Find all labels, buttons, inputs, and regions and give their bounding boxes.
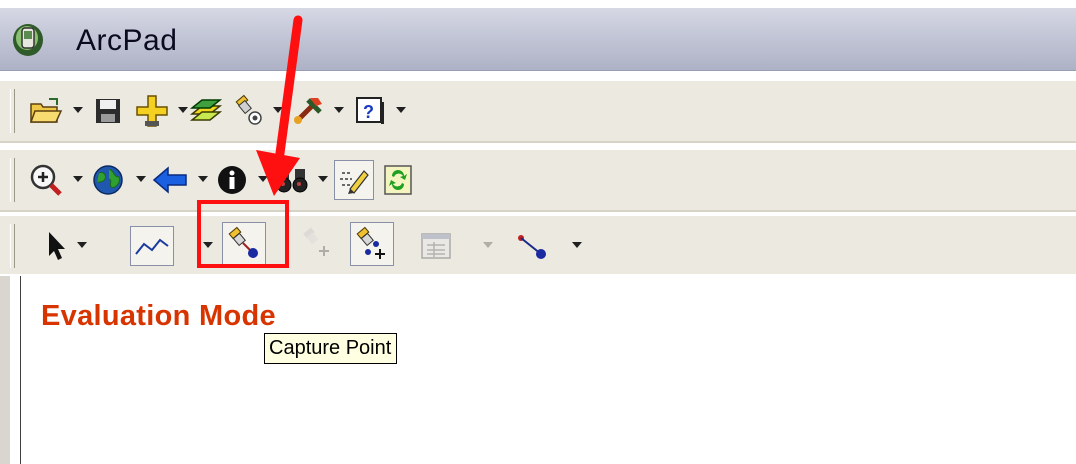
tools-icon[interactable] <box>288 91 328 131</box>
evaluation-mode-label: Evaluation Mode <box>41 300 276 332</box>
add-vertex-icon[interactable] <box>296 222 336 262</box>
arcpad-window: ArcPad ? Evaluation Mode Capture Point <box>0 0 1076 464</box>
map-area[interactable]: Evaluation Mode <box>0 276 1076 464</box>
title-bar: ArcPad <box>0 8 1076 71</box>
svg-text:?: ? <box>363 102 374 122</box>
save-icon[interactable] <box>88 91 128 131</box>
capture-point-tooltip: Capture Point <box>264 333 398 364</box>
navigation-toolbar <box>0 150 1076 210</box>
open-dropdown-icon[interactable] <box>73 107 83 113</box>
open-icon[interactable] <box>26 91 66 131</box>
help-icon[interactable]: ? <box>350 91 390 131</box>
gps-vertices-icon[interactable] <box>350 222 394 266</box>
line-dropdown-icon[interactable] <box>572 242 582 248</box>
edit-toolbar <box>0 216 1076 274</box>
arcpad-logo-icon <box>10 20 46 58</box>
zoom-dropdown-icon[interactable] <box>73 176 83 182</box>
find-dropdown-icon[interactable] <box>318 176 328 182</box>
toolbar-grip[interactable] <box>10 89 15 133</box>
polyline-icon[interactable] <box>130 226 174 266</box>
back-dropdown-icon[interactable] <box>198 176 208 182</box>
layers-icon[interactable] <box>186 91 226 131</box>
toolbar-divider <box>0 210 1076 212</box>
highlight-box <box>197 200 289 268</box>
main-toolbar: ? <box>0 81 1076 141</box>
info-dropdown-icon[interactable] <box>258 176 268 182</box>
gps-dropdown-icon[interactable] <box>273 107 283 113</box>
help-dropdown-icon[interactable] <box>396 107 406 113</box>
info-icon[interactable] <box>212 160 252 200</box>
toolbar-grip[interactable] <box>10 158 15 202</box>
globe-dropdown-icon[interactable] <box>136 176 146 182</box>
toolbar-grip[interactable] <box>10 224 15 268</box>
attributes-icon[interactable] <box>416 226 456 266</box>
globe-icon[interactable] <box>88 160 128 200</box>
attributes-dropdown-icon[interactable] <box>483 242 493 248</box>
toolbar-divider <box>0 141 1076 143</box>
edit-icon[interactable] <box>334 160 374 200</box>
gps-icon[interactable] <box>228 91 268 131</box>
window-title: ArcPad <box>76 24 178 57</box>
select-dropdown-icon[interactable] <box>77 242 87 248</box>
tools-dropdown-icon[interactable] <box>334 107 344 113</box>
line-icon[interactable] <box>512 226 552 266</box>
map-canvas[interactable]: Evaluation Mode <box>20 276 1076 464</box>
zoom-in-icon[interactable] <box>26 160 66 200</box>
add-layer-icon[interactable] <box>132 91 172 131</box>
find-icon[interactable] <box>272 160 312 200</box>
select-icon[interactable] <box>36 226 76 266</box>
back-icon[interactable] <box>150 160 190 200</box>
refresh-icon[interactable] <box>378 160 418 200</box>
